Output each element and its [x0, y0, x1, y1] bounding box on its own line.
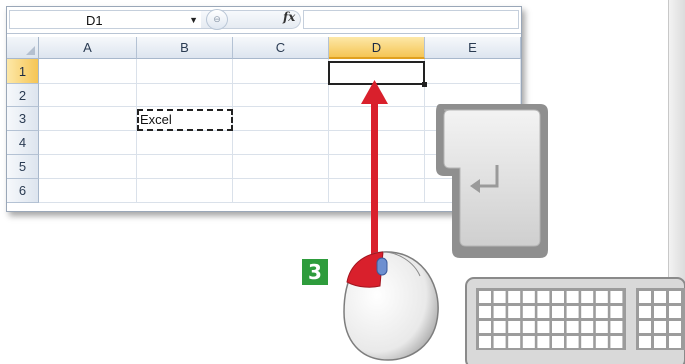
keyboard-key [508, 306, 521, 318]
step-number-badge: 3 [302, 259, 328, 285]
keyboard-icon [465, 277, 685, 364]
numpad-key [639, 336, 651, 348]
numpad-key [669, 336, 681, 348]
keyboard-key [552, 336, 564, 348]
numpad-key [654, 291, 666, 303]
keyboard-key [508, 336, 521, 348]
keyboard-key [493, 291, 506, 303]
keyboard-key [522, 336, 535, 348]
keyboard-key [537, 336, 550, 348]
keyboard-key [537, 306, 550, 318]
keyboard-key [522, 291, 535, 303]
keyboard-key [479, 291, 491, 303]
keyboard-key [522, 306, 535, 318]
numpad-key [669, 291, 681, 303]
keyboard-key [493, 336, 506, 348]
keyboard-key [566, 291, 579, 303]
keyboard-key [479, 306, 491, 318]
keyboard-key [508, 321, 521, 333]
keyboard-key [552, 321, 564, 333]
numpad-key [639, 306, 651, 318]
numpad-key [639, 321, 651, 333]
keyboard-key [522, 321, 535, 333]
keyboard-key [479, 321, 491, 333]
keyboard-key [493, 306, 506, 318]
keyboard-key [610, 306, 623, 318]
keyboard-key [610, 291, 623, 303]
keyboard-key [479, 336, 491, 348]
keyboard-key [581, 321, 594, 333]
keyboard-key [508, 291, 521, 303]
keyboard-key [595, 291, 608, 303]
numpad-key [669, 306, 681, 318]
numpad-key [669, 321, 681, 333]
keyboard-key [581, 291, 594, 303]
numpad-key [654, 321, 666, 333]
keyboard-key [610, 321, 623, 333]
numpad-key [654, 306, 666, 318]
keyboard-key [581, 306, 594, 318]
keyboard-key [610, 336, 623, 348]
keyboard-key [566, 321, 579, 333]
keyboard-key [566, 336, 579, 348]
stage: D1 ▼ ⊖ fx A B C D E 1 2 3 4 5 6 Excel 3 [0, 0, 685, 364]
keyboard-key [595, 321, 608, 333]
numpad-key [654, 336, 666, 348]
keyboard-key [581, 336, 594, 348]
keyboard-key [595, 306, 608, 318]
keyboard-key [537, 321, 550, 333]
numpad-key [639, 291, 651, 303]
keyboard-key [493, 321, 506, 333]
keyboard-key [566, 306, 579, 318]
keyboard-key [552, 306, 564, 318]
keyboard-key [537, 291, 550, 303]
keyboard-key [552, 291, 564, 303]
keyboard-key [595, 336, 608, 348]
